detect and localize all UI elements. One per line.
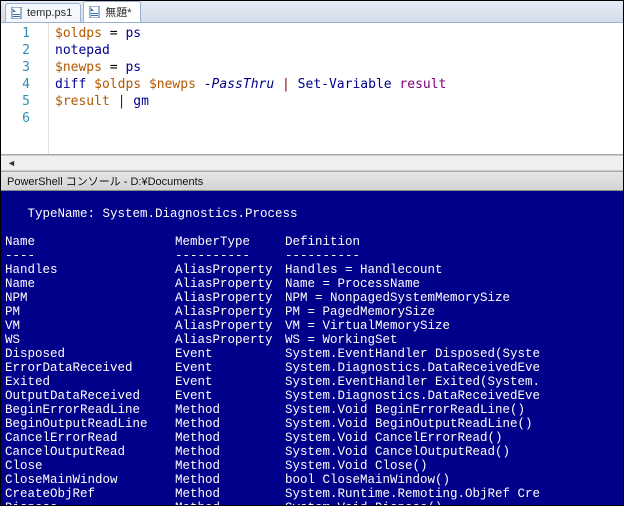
- file-icon: [88, 5, 102, 19]
- console-row: VMAliasPropertyVM = VirtualMemorySize: [5, 319, 619, 333]
- code-line: $result | gm: [55, 93, 617, 110]
- code-area[interactable]: $oldps = psnotepad$newps = psdiff $oldps…: [49, 23, 623, 154]
- console-row: DisposeMethodSystem.Void Dispose(): [5, 501, 619, 505]
- console-row: BeginErrorReadLineMethodSystem.Void Begi…: [5, 403, 619, 417]
- console-row: NameMemberTypeDefinition: [5, 235, 619, 249]
- console-row: DisposedEventSystem.EventHandler Dispose…: [5, 347, 619, 361]
- console-row: CancelErrorReadMethodSystem.Void CancelE…: [5, 431, 619, 445]
- console-row: BeginOutputReadLineMethodSystem.Void Beg…: [5, 417, 619, 431]
- code-line: $newps = ps: [55, 59, 617, 76]
- editor-tabs: temp.ps1 無題*: [1, 1, 623, 23]
- h-scroll[interactable]: ◄: [1, 155, 623, 171]
- editor-tab[interactable]: temp.ps1: [5, 3, 81, 22]
- code-line: [55, 110, 617, 127]
- console-row: OutputDataReceivedEventSystem.Diagnostic…: [5, 389, 619, 403]
- console-row: ErrorDataReceivedEventSystem.Diagnostics…: [5, 361, 619, 375]
- tab-label: temp.ps1: [27, 7, 72, 19]
- tab-label: 無題*: [105, 4, 131, 20]
- console-title-text: PowerShell コンソール - D:¥Documents: [7, 173, 203, 189]
- editor-tab[interactable]: 無題*: [83, 1, 140, 22]
- console-row: ------------------------: [5, 249, 619, 263]
- console-row: NameAliasPropertyName = ProcessName: [5, 277, 619, 291]
- console-panel-title: PowerShell コンソール - D:¥Documents: [1, 171, 623, 191]
- line-number: 4: [1, 76, 30, 93]
- code-line: $oldps = ps: [55, 25, 617, 42]
- code-line: notepad: [55, 42, 617, 59]
- console-row: CreateObjRefMethodSystem.Runtime.Remotin…: [5, 487, 619, 501]
- code-editor[interactable]: 123456 $oldps = psnotepad$newps = psdiff…: [1, 23, 623, 155]
- console-row: HandlesAliasPropertyHandles = Handlecoun…: [5, 263, 619, 277]
- console-row: CloseMethodSystem.Void Close(): [5, 459, 619, 473]
- console-row: NPMAliasPropertyNPM = NonpagedSystemMemo…: [5, 291, 619, 305]
- console-row: ExitedEventSystem.EventHandler Exited(Sy…: [5, 375, 619, 389]
- line-number: 2: [1, 42, 30, 59]
- console-row: WSAliasPropertyWS = WorkingSet: [5, 333, 619, 347]
- code-line: diff $oldps $newps -PassThru | Set-Varia…: [55, 76, 617, 93]
- line-number: 5: [1, 93, 30, 110]
- file-icon: [10, 6, 24, 20]
- scroll-left-icon[interactable]: ◄: [7, 158, 16, 168]
- console-row: CloseMainWindowMethodbool CloseMainWindo…: [5, 473, 619, 487]
- console-row: CancelOutputReadMethodSystem.Void Cancel…: [5, 445, 619, 459]
- line-number: 6: [1, 110, 30, 127]
- line-number: 3: [1, 59, 30, 76]
- line-number: 1: [1, 25, 30, 42]
- line-gutter: 123456: [1, 23, 49, 154]
- console-row: PMAliasPropertyPM = PagedMemorySize: [5, 305, 619, 319]
- console-output[interactable]: TypeName: System.Diagnostics.Process Nam…: [1, 191, 623, 505]
